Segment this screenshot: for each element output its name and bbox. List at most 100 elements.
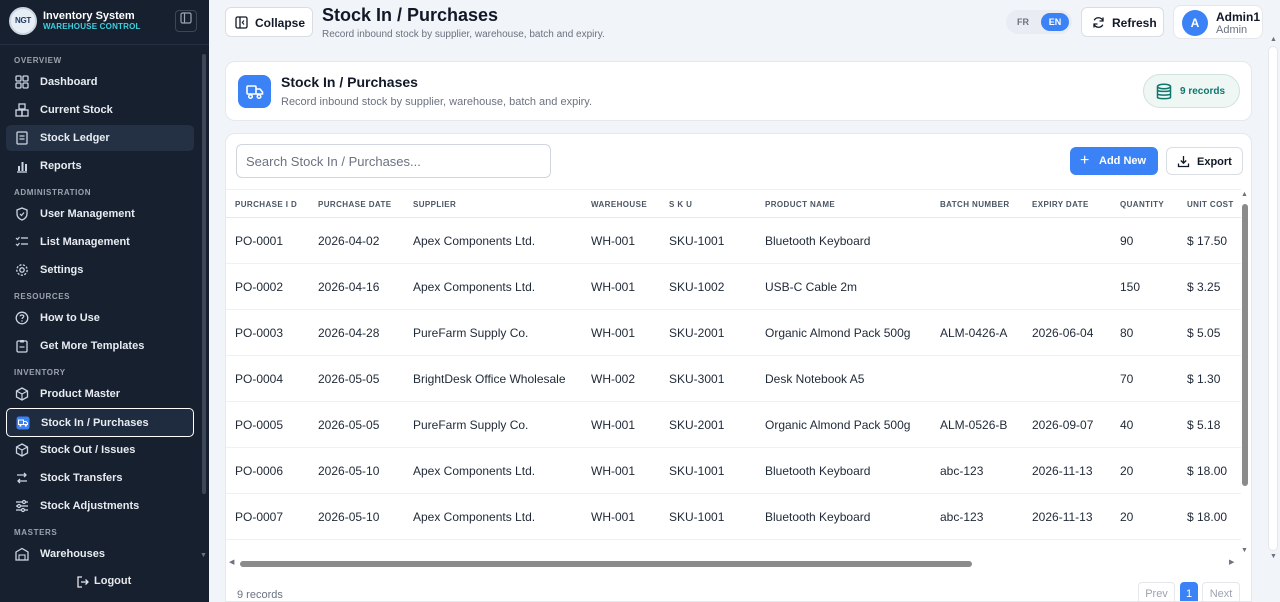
column-header[interactable]: PRODUCT NAME (765, 200, 835, 209)
table-cell: PureFarm Supply Co. (413, 326, 529, 340)
sidebar-item-product-master[interactable]: Product Master (6, 381, 194, 407)
collapse-button[interactable]: Collapse (225, 7, 313, 37)
sidebar-item-label: Dashboard (40, 76, 98, 88)
table-row[interactable]: PO-0002 2026-04-16 Apex Components Ltd. WH-… (226, 264, 1241, 310)
table-cell: PO-0005 (235, 418, 284, 432)
scroll-up-arrow-icon[interactable]: ▲ (1241, 191, 1248, 198)
table-cell: $ 3.25 (1187, 280, 1221, 294)
sidebar-scrollbar[interactable] (202, 54, 206, 494)
table-cell: PO-0002 (235, 280, 284, 294)
column-header[interactable]: SUPPLIER (413, 200, 456, 209)
sidebar-item-label: Product Master (40, 388, 121, 400)
collapse-label: Collapse (255, 16, 306, 30)
page-scroll-down-arrow-icon[interactable]: ▼ (1270, 553, 1277, 560)
sidebar-item-dashboard[interactable]: Dashboard (6, 69, 194, 95)
table-cell: abc-123 (940, 464, 984, 478)
sidebar-item-templates[interactable]: Get More Templates (6, 333, 194, 359)
truck-icon (238, 75, 271, 108)
column-header[interactable]: PURCHASE I D (235, 200, 297, 209)
table-vertical-scrollbar[interactable]: ▲ ▼ (1239, 191, 1251, 557)
table-card: + Add New Export PURCHASE I D PURCHASE D… (225, 133, 1252, 602)
shield-icon (16, 207, 28, 221)
table-cell: SKU-2001 (669, 326, 725, 340)
grid-icon (15, 75, 29, 89)
sidebar-item-stock-in[interactable]: Stock In / Purchases (6, 408, 194, 437)
table-cell: 80 (1120, 326, 1134, 340)
database-icon (1156, 83, 1172, 100)
add-new-button[interactable]: + Add New (1070, 147, 1158, 175)
table-cell: 2026-04-16 (318, 280, 380, 294)
sidebar-item-stock-out[interactable]: Stock Out / Issues (6, 437, 194, 463)
logout-icon (77, 576, 89, 588)
column-header[interactable]: EXPIRY DATE (1032, 200, 1089, 209)
table-cell: WH-001 (591, 280, 636, 294)
prev-page-button[interactable]: Prev (1138, 582, 1175, 601)
sidebar-item-label: Reports (40, 160, 82, 172)
table-row[interactable]: PO-0005 2026-05-05 PureFarm Supply Co. WH-0… (226, 402, 1241, 448)
next-page-button[interactable]: Next (1202, 582, 1240, 601)
column-header[interactable]: S K U (669, 200, 692, 209)
column-header[interactable]: PURCHASE DATE (318, 200, 392, 209)
table-cell: PO-0003 (235, 326, 284, 340)
plus-icon: + (1080, 152, 1090, 169)
vertical-scroll-thumb[interactable] (1242, 204, 1248, 486)
table-row[interactable]: PO-0007 2026-05-10 Apex Components Ltd. WH-… (226, 494, 1241, 540)
sidebar-item-stock-transfers[interactable]: Stock Transfers (6, 465, 194, 491)
table-cell: Desk Notebook A5 (765, 372, 865, 386)
table-row[interactable]: PO-0003 2026-04-28 PureFarm Supply Co. WH-0… (226, 310, 1241, 356)
table-cell: ALM-0426-A (940, 326, 1008, 340)
table-row[interactable]: PO-0004 2026-05-05 BrightDesk Office Whole… (226, 356, 1241, 402)
truck-icon (16, 416, 30, 430)
sidebar-item-current-stock[interactable]: Current Stock (6, 97, 194, 123)
brand: NGT Inventory System WAREHOUSE CONTROL (0, 0, 209, 44)
table-cell: SKU-3001 (669, 372, 725, 386)
sidebar-item-user-management[interactable]: User Management (6, 201, 194, 227)
records-badge-label: 9 records (1180, 86, 1226, 97)
sidebar-item-reports[interactable]: Reports (6, 153, 194, 179)
sidebar-item-list-management[interactable]: List Management (6, 229, 194, 255)
user-menu[interactable]: A Admin1 Admin (1173, 5, 1263, 39)
table-cell: Apex Components Ltd. (413, 464, 536, 478)
add-new-label: Add New (1099, 155, 1147, 167)
warehouse-icon (15, 547, 29, 561)
search-input[interactable] (236, 144, 551, 178)
table-row[interactable]: PO-0006 2026-05-10 Apex Components Ltd. WH-… (226, 448, 1241, 494)
horizontal-scroll-thumb[interactable] (240, 561, 972, 567)
scroll-left-arrow-icon[interactable]: ◀ (229, 558, 234, 566)
table-horizontal-scrollbar[interactable]: ◀ ▶ (226, 558, 1241, 572)
lang-en-button[interactable]: EN (1041, 13, 1069, 31)
gear-icon (16, 264, 28, 276)
lang-fr-button[interactable]: FR (1012, 14, 1034, 30)
sidebar-item-how-to-use[interactable]: How to Use (6, 305, 194, 331)
sliders-icon (16, 499, 28, 513)
package-out-icon (15, 443, 29, 457)
table-row[interactable]: PO-0001 2026-04-02 Apex Components Ltd. WH-… (226, 218, 1241, 264)
page-scrollbar[interactable] (1268, 46, 1278, 551)
column-header[interactable]: UNIT COST (1187, 200, 1234, 209)
sidebar-item-stock-ledger[interactable]: Stock Ledger (6, 125, 194, 151)
column-header[interactable]: BATCH NUMBER (940, 200, 1010, 209)
refresh-button[interactable]: Refresh (1081, 7, 1164, 37)
table-cell: 2026-09-07 (1032, 418, 1094, 432)
export-button[interactable]: Export (1166, 147, 1243, 175)
footer-record-count: 9 records (237, 589, 283, 601)
sidebar-toggle-icon[interactable] (175, 10, 197, 32)
table-cell: Bluetooth Keyboard (765, 510, 871, 524)
refresh-icon (1093, 17, 1104, 28)
column-header[interactable]: QUANTITY (1120, 200, 1164, 209)
sidebar-item-warehouses[interactable]: Warehouses (6, 541, 194, 567)
sidebar-item-label: Current Stock (40, 104, 113, 116)
scroll-down-arrow-icon[interactable]: ▼ (200, 552, 207, 559)
sidebar-item-stock-adjustments[interactable]: Stock Adjustments (6, 493, 194, 519)
scroll-down-arrow-icon[interactable]: ▼ (1241, 547, 1248, 554)
page-number-button[interactable]: 1 (1180, 582, 1198, 601)
column-header[interactable]: WAREHOUSE (591, 200, 647, 209)
sidebar-item-settings[interactable]: Settings (6, 257, 194, 283)
sidebar-item-label: How to Use (40, 312, 100, 324)
table-cell: Organic Almond Pack 500g (765, 326, 911, 340)
page-scroll-up-arrow-icon[interactable]: ▲ (1270, 36, 1277, 43)
sidebar-item-label: List Management (40, 236, 130, 248)
table-cell: Bluetooth Keyboard (765, 234, 871, 248)
scroll-right-arrow-icon[interactable]: ▶ (1229, 558, 1234, 566)
user-name: Admin1 (1216, 10, 1261, 24)
